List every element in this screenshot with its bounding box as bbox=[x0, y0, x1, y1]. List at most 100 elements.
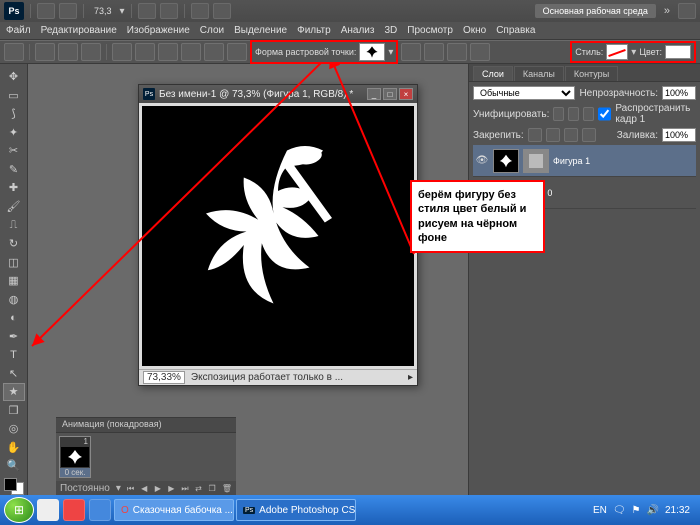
maximize-button[interactable]: □ bbox=[383, 88, 397, 100]
quick-launch-icon[interactable] bbox=[63, 499, 85, 521]
lock-all-icon[interactable] bbox=[582, 128, 596, 142]
layer-figure-1[interactable]: 👁 Фигура 1 bbox=[473, 145, 696, 177]
bridge-icon[interactable] bbox=[37, 3, 55, 19]
frame-time[interactable]: 0 сек. bbox=[60, 468, 90, 477]
lang-indicator[interactable]: EN bbox=[593, 505, 607, 516]
line-icon[interactable] bbox=[204, 43, 224, 61]
lock-trans-icon[interactable] bbox=[528, 128, 542, 142]
collapse-icon[interactable] bbox=[678, 3, 696, 19]
polygon-icon[interactable] bbox=[181, 43, 201, 61]
tab-layers[interactable]: Слои bbox=[473, 66, 513, 81]
menu-view[interactable]: Просмотр bbox=[407, 25, 453, 36]
visibility-icon[interactable]: 👁 bbox=[475, 155, 489, 166]
menu-window[interactable]: Окно bbox=[463, 25, 486, 36]
combine-sub-icon[interactable] bbox=[424, 43, 444, 61]
eraser-tool[interactable]: ◫ bbox=[3, 253, 25, 271]
tray-icon[interactable]: 🔊 bbox=[647, 505, 659, 516]
menu-file[interactable]: Файл bbox=[6, 25, 31, 36]
animation-frame-1[interactable]: 1 0 сек. bbox=[59, 436, 91, 478]
marquee-tool[interactable]: ▭ bbox=[3, 87, 25, 105]
document-canvas[interactable] bbox=[142, 106, 414, 366]
fill-pixels-icon[interactable] bbox=[81, 43, 101, 61]
unify-pos-icon[interactable] bbox=[553, 107, 564, 121]
quick-launch-icon[interactable] bbox=[37, 499, 59, 521]
crop-tool[interactable]: ✂ bbox=[3, 142, 25, 160]
screen-mode-icon[interactable] bbox=[213, 3, 231, 19]
tab-channels[interactable]: Каналы bbox=[514, 66, 564, 81]
blur-tool[interactable]: ◍ bbox=[3, 290, 25, 308]
unify-style-icon[interactable] bbox=[583, 107, 594, 121]
chevron-right-icon[interactable]: » bbox=[660, 5, 674, 17]
combine-excl-icon[interactable] bbox=[470, 43, 490, 61]
3d-tool[interactable]: ❒ bbox=[3, 402, 25, 420]
menu-3d[interactable]: 3D bbox=[384, 25, 397, 36]
menu-analysis[interactable]: Анализ bbox=[341, 25, 375, 36]
menu-filter[interactable]: Фильтр bbox=[297, 25, 331, 36]
fill-input[interactable] bbox=[662, 128, 696, 142]
shape-layers-icon[interactable] bbox=[35, 43, 55, 61]
taskbar-app-1[interactable]: OСказочная бабочка ... bbox=[114, 499, 234, 521]
first-frame-button[interactable]: ⏮ bbox=[127, 483, 135, 495]
brush-tool[interactable]: 🖌 bbox=[3, 198, 25, 216]
propagate-checkbox[interactable] bbox=[598, 107, 611, 121]
lock-paint-icon[interactable] bbox=[546, 128, 560, 142]
workspace-button[interactable]: Основная рабочая среда bbox=[535, 4, 656, 18]
taskbar-app-2[interactable]: PsAdobe Photoshop CS... bbox=[236, 499, 356, 521]
eyedropper-tool[interactable]: ✎ bbox=[3, 161, 25, 179]
quick-launch-icon[interactable] bbox=[89, 499, 111, 521]
tray-icon[interactable]: 🗨 bbox=[613, 505, 626, 516]
blend-mode-select[interactable]: Обычные bbox=[473, 86, 575, 100]
menu-edit[interactable]: Редактирование bbox=[41, 25, 117, 36]
next-frame-button[interactable]: ▶ bbox=[168, 483, 176, 495]
last-frame-button[interactable]: ⏭ bbox=[181, 483, 189, 495]
gradient-tool[interactable]: ▦ bbox=[3, 272, 25, 290]
combine-add-icon[interactable] bbox=[401, 43, 421, 61]
delete-frame-button[interactable]: 🗑 bbox=[222, 483, 232, 495]
hand-tool[interactable]: ✋ bbox=[3, 439, 25, 457]
start-button[interactable]: ⊞ bbox=[4, 497, 34, 523]
tween-button[interactable]: ⇄ bbox=[195, 483, 203, 495]
play-button[interactable]: ▶ bbox=[154, 483, 162, 495]
menu-image[interactable]: Изображение bbox=[127, 25, 190, 36]
zoom-tool[interactable]: 🔍 bbox=[3, 457, 25, 475]
doc-zoom[interactable]: 73,33% bbox=[143, 371, 185, 384]
combine-int-icon[interactable] bbox=[447, 43, 467, 61]
wand-tool[interactable]: ✦ bbox=[3, 124, 25, 142]
minimize-button[interactable]: _ bbox=[367, 88, 381, 100]
dodge-tool[interactable]: ◐ bbox=[3, 309, 25, 327]
tray-icon[interactable]: ⚑ bbox=[632, 505, 641, 516]
custom-shape-icon[interactable] bbox=[227, 43, 247, 61]
duplicate-frame-button[interactable]: ❐ bbox=[208, 483, 216, 495]
pen-tool[interactable]: ✒ bbox=[3, 327, 25, 345]
rounded-rect-icon[interactable] bbox=[135, 43, 155, 61]
history-brush-tool[interactable]: ↻ bbox=[3, 235, 25, 253]
zoom-icon[interactable] bbox=[160, 3, 178, 19]
paths-icon[interactable] bbox=[58, 43, 78, 61]
stamp-tool[interactable]: ⎍ bbox=[3, 216, 25, 234]
tool-preset-icon[interactable] bbox=[4, 43, 24, 61]
style-none-swatch[interactable] bbox=[606, 44, 628, 60]
heal-tool[interactable]: ✚ bbox=[3, 179, 25, 197]
lock-move-icon[interactable] bbox=[564, 128, 578, 142]
menu-help[interactable]: Справка bbox=[496, 25, 535, 36]
view-extras-icon[interactable] bbox=[59, 3, 77, 19]
color-swatch[interactable] bbox=[665, 45, 691, 59]
hand-icon[interactable] bbox=[138, 3, 156, 19]
menu-select[interactable]: Выделение bbox=[234, 25, 287, 36]
tab-paths[interactable]: Контуры bbox=[565, 66, 618, 81]
color-picker[interactable] bbox=[4, 478, 24, 495]
loop-selector[interactable]: Постоянно bbox=[60, 483, 110, 494]
ellipse-icon[interactable] bbox=[158, 43, 178, 61]
rectangle-icon[interactable] bbox=[112, 43, 132, 61]
document-titlebar[interactable]: Ps Без имени-1 @ 73,3% (Фигура 1, RGB/8)… bbox=[139, 85, 417, 103]
prev-frame-button[interactable]: ◀ bbox=[140, 483, 148, 495]
lasso-tool[interactable]: ⟆ bbox=[3, 105, 25, 123]
3d-camera-tool[interactable]: ◎ bbox=[3, 420, 25, 438]
menu-layer[interactable]: Слои bbox=[200, 25, 224, 36]
close-button[interactable]: × bbox=[399, 88, 413, 100]
custom-shape-tool[interactable]: ★ bbox=[3, 383, 25, 401]
arrange-icon[interactable] bbox=[191, 3, 209, 19]
unify-vis-icon[interactable] bbox=[568, 107, 579, 121]
type-tool[interactable]: T bbox=[3, 346, 25, 364]
move-tool[interactable]: ✥ bbox=[3, 68, 25, 86]
